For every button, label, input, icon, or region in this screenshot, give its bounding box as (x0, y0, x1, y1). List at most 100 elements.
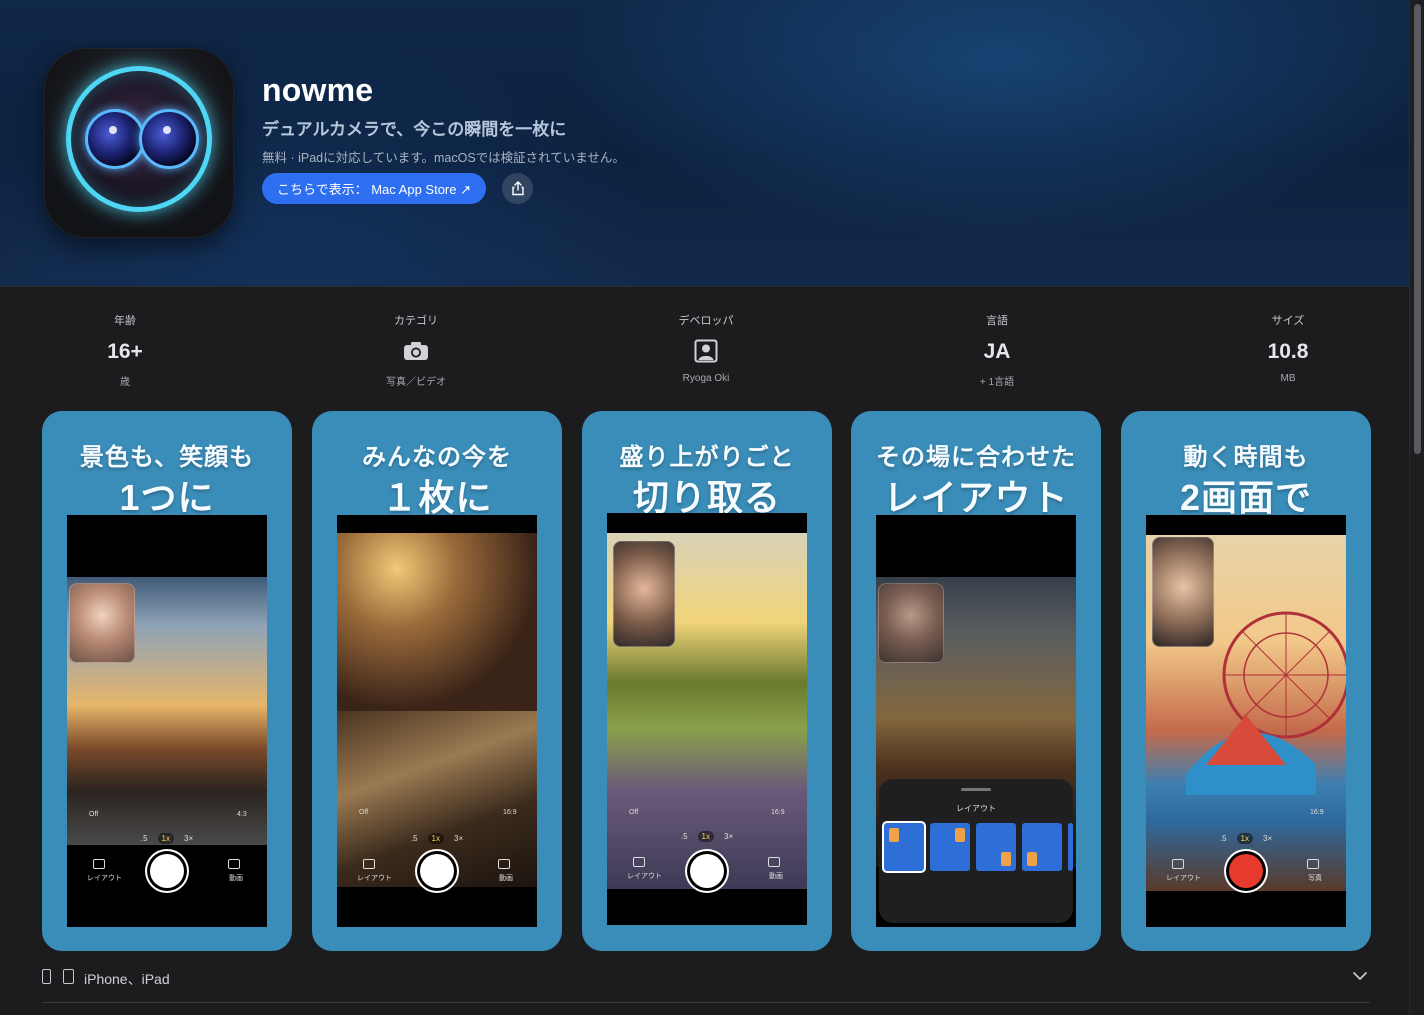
ratio-label: 16:9 (503, 809, 517, 816)
layout-panel-title: レイアウト (956, 804, 996, 813)
photo-label: 写真 (1308, 875, 1322, 882)
screenshot-4[interactable]: その場に合わせた レイアウト レイアウト (851, 411, 1101, 951)
zoom-selector[interactable]: .5 1x 3× (1146, 833, 1346, 844)
phone-screen: Off 16:9 .5 1x 3× レイアウト 動画 (337, 515, 537, 927)
share-button[interactable] (502, 173, 533, 204)
zoom-selector[interactable]: .5 1x 3× (607, 831, 807, 842)
supported-devices-row[interactable]: iPhone、iPad (42, 966, 1370, 1003)
info-value: 16+ (107, 340, 143, 363)
zoom-option-selected[interactable]: 1x (697, 831, 714, 842)
info-value: 10.8 (1267, 340, 1309, 363)
ratio-label: 16:9 (771, 809, 785, 816)
info-age: 年齢 16+ 歳 (55, 312, 195, 388)
app-subtitle: デュアルカメラで、今この瞬間を一枚に (262, 120, 567, 139)
phone-screen: 16:9 .5 1x 3× レイアウト 写真 (1146, 515, 1346, 927)
video-label: 動画 (229, 875, 243, 882)
phone-screen: Off 4:3 .5 1x 3× レイアウト 動画 (67, 515, 267, 927)
layout-option-top-right[interactable] (930, 823, 970, 871)
info-sub: + 1言語 (979, 377, 1015, 388)
screenshot-3[interactable]: 盛り上がりごと 切り取る Off 16:9 .5 1x 3× レイアウト 動画 (582, 411, 832, 951)
layout-option-top-left[interactable] (884, 823, 924, 871)
zoom-option[interactable]: 3× (724, 832, 733, 841)
zoom-selector[interactable]: .5 1x 3× (337, 833, 537, 844)
selfie-pip-photo (878, 583, 944, 663)
flash-label: Off (89, 811, 99, 818)
layout-icon (633, 857, 645, 867)
record-button (1229, 854, 1263, 888)
shutter-button (690, 854, 724, 888)
video-label: 動画 (769, 873, 783, 880)
screenshot-caption: 景色も、笑顔も (79, 444, 255, 471)
info-developer: デベロッパ Ryoga Oki (636, 312, 776, 384)
screenshot-headline: レイアウト (883, 477, 1069, 518)
info-label: デベロッパ (678, 315, 734, 327)
zoom-option[interactable]: 3× (184, 834, 193, 843)
layout-icon (363, 859, 375, 869)
info-value: JA (983, 340, 1011, 363)
iphone-icon (42, 969, 51, 984)
zoom-option[interactable]: .5 (681, 832, 688, 841)
info-sub: 写真／ビデオ (386, 377, 446, 388)
flash-label: Off (629, 809, 639, 816)
zoom-option[interactable]: 3× (1263, 834, 1272, 843)
shutter-button (420, 854, 454, 888)
screenshot-1[interactable]: 景色も、笑顔も 1つに Off 4:3 .5 1x 3× レイアウト 動画 (42, 411, 292, 951)
zoom-selector[interactable]: .5 1x 3× (67, 833, 267, 844)
layout-label: レイアウト (357, 875, 392, 882)
screenshot-headline: 1つに (119, 477, 215, 518)
info-sub: 歳 (120, 377, 130, 388)
info-label: サイズ (1271, 315, 1305, 327)
app-icon-ring (66, 66, 212, 212)
flash-label: Off (359, 809, 369, 816)
info-label: 言語 (986, 315, 1008, 327)
screenshot-caption: みんなの今を (362, 444, 512, 471)
app-header: nowme デュアルカメラで、今この瞬間を一枚に 無料 · iPadに対応してい… (0, 0, 1410, 287)
screenshot-5[interactable]: 動く時間も 2画面で 16:9 .5 1x 3× レイアウト 写真 (1121, 411, 1371, 951)
layout-label: レイアウト (87, 875, 122, 882)
app-icon (44, 48, 234, 238)
zoom-option[interactable]: .5 (141, 834, 148, 843)
phone-screen: レイアウト (876, 515, 1076, 927)
screenshot-caption: 盛り上がりごと (619, 444, 795, 471)
screenshot-2[interactable]: みんなの今を １枚に Off 16:9 .5 1x 3× レイアウト 動画 (312, 411, 562, 951)
zoom-option-selected[interactable]: 1x (1236, 833, 1253, 844)
scrollbar-track[interactable] (1409, 0, 1424, 1015)
ratio-label: 4:3 (237, 811, 247, 818)
person-icon (694, 339, 718, 363)
share-icon (511, 181, 524, 196)
zoom-option-selected[interactable]: 1x (427, 833, 444, 844)
group-selfie-pip-photo (613, 541, 675, 647)
scrollbar-thumb[interactable] (1414, 4, 1421, 454)
info-language: 言語 JA + 1言語 (927, 312, 1067, 388)
screenshot-headline: 2画面で (1179, 477, 1313, 518)
app-price-compat: 無料 · iPadに対応しています。macOSでは検証されていません。 (262, 151, 625, 165)
ratio-label: 16:9 (1310, 809, 1324, 816)
info-size: サイズ 10.8 MB (1218, 312, 1358, 384)
supported-devices-text: iPhone、iPad (84, 971, 170, 987)
video-icon (498, 859, 510, 869)
zoom-option-selected[interactable]: 1x (157, 833, 174, 844)
selfie-pip-photo (69, 583, 135, 663)
layout-option-bottom-right[interactable] (976, 823, 1016, 871)
layout-icon (1172, 859, 1184, 869)
camera-lens-right-icon (139, 109, 199, 169)
store-button-label: こちらで表示： Mac App Store ↗ (277, 182, 471, 197)
camera-lens-left-icon (85, 109, 145, 169)
video-icon (228, 859, 240, 869)
camera-icon (404, 342, 428, 360)
layout-option-more[interactable] (1068, 823, 1073, 871)
video-icon (768, 857, 780, 867)
zoom-option[interactable]: 3× (454, 834, 463, 843)
video-label: 動画 (499, 875, 513, 882)
zoom-option[interactable]: .5 (411, 834, 418, 843)
layout-icon (93, 859, 105, 869)
view-in-mac-app-store-button[interactable]: こちらで表示： Mac App Store ↗ (262, 173, 486, 204)
couple-selfie-pip-photo (1152, 537, 1214, 647)
info-sub: Ryoga Oki (682, 373, 730, 384)
zoom-option[interactable]: .5 (1220, 834, 1227, 843)
chevron-down-icon[interactable] (1352, 968, 1368, 984)
sheet-handle[interactable] (961, 788, 991, 791)
screenshot-caption: その場に合わせた (876, 444, 1076, 471)
info-label: カテゴリ (394, 315, 438, 327)
layout-option-bottom-left[interactable] (1022, 823, 1062, 871)
